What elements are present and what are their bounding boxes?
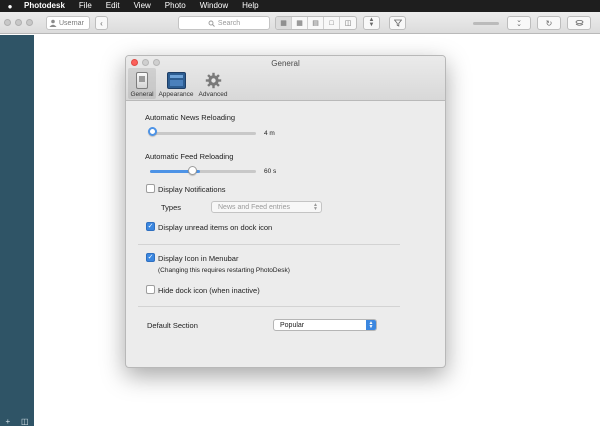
filter-icon bbox=[393, 19, 402, 27]
dialog-title: General bbox=[271, 59, 300, 68]
menu-app[interactable]: Photodesk bbox=[20, 0, 72, 12]
list-view-icon[interactable]: ▤ bbox=[308, 17, 324, 29]
zoom-window-button[interactable] bbox=[26, 19, 33, 26]
menubar-icon-checkbox[interactable]: ✓ bbox=[146, 253, 155, 262]
news-reloading-knob[interactable] bbox=[148, 127, 157, 136]
main-toolbar: Usernar ‹ Search ▦ ▦ ▤ □ ◫ ▲ ▼ ⌄ ⌄ ↻ bbox=[0, 12, 600, 34]
sidebar-toggle-icon[interactable]: ◫ bbox=[21, 417, 29, 426]
feed-reloading-knob[interactable] bbox=[188, 166, 197, 175]
dialog-titlebar: General General Appearance Advanced bbox=[126, 56, 445, 101]
refresh-icon: ↻ bbox=[545, 18, 553, 28]
sidebar: + ◫ bbox=[0, 35, 34, 426]
types-select-value: News and Feed entries bbox=[218, 203, 290, 211]
zoom-slider[interactable] bbox=[473, 22, 499, 25]
default-section-value: Popular bbox=[280, 321, 305, 329]
default-section-label: Default Section bbox=[147, 321, 198, 330]
feed-reloading-label: Automatic Feed Reloading bbox=[145, 152, 234, 161]
sidebar-view-icon[interactable]: ◫ bbox=[340, 17, 356, 29]
separator bbox=[138, 306, 400, 307]
default-section-popup[interactable]: Popular ▲ ▼ bbox=[273, 319, 377, 331]
user-placeholder: Usernar bbox=[59, 19, 84, 27]
popup-arrows-icon: ▲ ▼ bbox=[366, 320, 376, 330]
feed-reloading-slider[interactable] bbox=[150, 170, 256, 173]
news-reloading-slider[interactable] bbox=[150, 132, 256, 135]
tab-advanced[interactable]: Advanced bbox=[197, 68, 229, 99]
sort-button[interactable]: ▲ ▼ bbox=[363, 16, 380, 30]
collapse-button[interactable]: ⌄ ⌄ bbox=[507, 16, 531, 30]
refresh-button[interactable]: ↻ bbox=[537, 16, 561, 30]
minimize-window-button[interactable] bbox=[15, 19, 22, 26]
tile-view-icon[interactable]: ▦ bbox=[292, 17, 308, 29]
user-field[interactable]: Usernar bbox=[46, 16, 90, 30]
gear-icon bbox=[205, 72, 222, 89]
appearance-icon bbox=[166, 72, 186, 89]
sidebar-footer: + ◫ bbox=[0, 416, 34, 426]
menu-edit[interactable]: Edit bbox=[99, 0, 127, 12]
hide-dock-label: Hide dock icon (when inactive) bbox=[158, 286, 260, 295]
back-button[interactable]: ‹ bbox=[95, 16, 108, 30]
news-reloading-value: 4 m bbox=[264, 130, 275, 137]
menu-file[interactable]: File bbox=[72, 0, 99, 12]
menu-view[interactable]: View bbox=[127, 0, 158, 12]
plus-icon[interactable]: + bbox=[5, 417, 10, 426]
apple-icon[interactable]: ● bbox=[0, 2, 20, 11]
feed-reloading-value: 60 s bbox=[264, 168, 277, 175]
display-notifications-checkbox[interactable] bbox=[146, 184, 155, 193]
tab-general[interactable]: General bbox=[128, 68, 156, 99]
search-input[interactable]: Search bbox=[178, 16, 270, 30]
close-window-button[interactable] bbox=[4, 19, 11, 26]
tab-general-label: General bbox=[130, 91, 154, 98]
stack-button[interactable] bbox=[567, 16, 591, 30]
separator bbox=[138, 244, 400, 245]
menubar-icon-note: (Changing this requires restarting Photo… bbox=[158, 267, 290, 274]
types-label: Types bbox=[161, 203, 182, 212]
general-icon bbox=[136, 72, 148, 89]
user-icon bbox=[49, 19, 57, 27]
menu-window[interactable]: Window bbox=[193, 0, 235, 12]
news-reloading-label: Automatic News Reloading bbox=[145, 113, 236, 122]
display-notifications-label: Display Notifications bbox=[158, 185, 226, 194]
tab-appearance[interactable]: Appearance bbox=[157, 68, 195, 99]
unread-dock-checkbox[interactable]: ✓ bbox=[146, 222, 155, 231]
tab-advanced-label: Advanced bbox=[198, 91, 228, 98]
grid-view-icon[interactable]: ▦ bbox=[276, 17, 292, 29]
search-placeholder: Search bbox=[217, 19, 241, 27]
unread-dock-label: Display unread items on dock icon bbox=[158, 223, 273, 232]
preferences-dialog: General General Appearance Advanced Auto… bbox=[125, 55, 446, 368]
stack-icon bbox=[575, 19, 583, 26]
single-view-icon[interactable]: □ bbox=[324, 17, 340, 29]
menu-photo[interactable]: Photo bbox=[158, 0, 193, 12]
types-select[interactable]: News and Feed entries ▲ ▼ bbox=[211, 201, 322, 213]
double-chevron-down-icon: ⌄ ⌄ bbox=[516, 17, 522, 28]
tab-appearance-label: Appearance bbox=[158, 91, 194, 98]
menubar-icon-label: Display Icon in Menubar bbox=[158, 254, 239, 263]
menu-bar: ● Photodesk File Edit View Photo Window … bbox=[0, 0, 600, 12]
chevron-left-icon: ‹ bbox=[100, 18, 103, 28]
menu-help[interactable]: Help bbox=[235, 0, 265, 12]
select-arrows-icon: ▲ ▼ bbox=[313, 202, 318, 212]
view-mode-segmented: ▦ ▦ ▤ □ ◫ bbox=[275, 16, 357, 30]
search-icon bbox=[208, 20, 215, 27]
sort-arrows-icon: ▲ ▼ bbox=[368, 17, 375, 28]
filter-button[interactable] bbox=[389, 16, 406, 30]
hide-dock-checkbox[interactable] bbox=[146, 285, 155, 294]
